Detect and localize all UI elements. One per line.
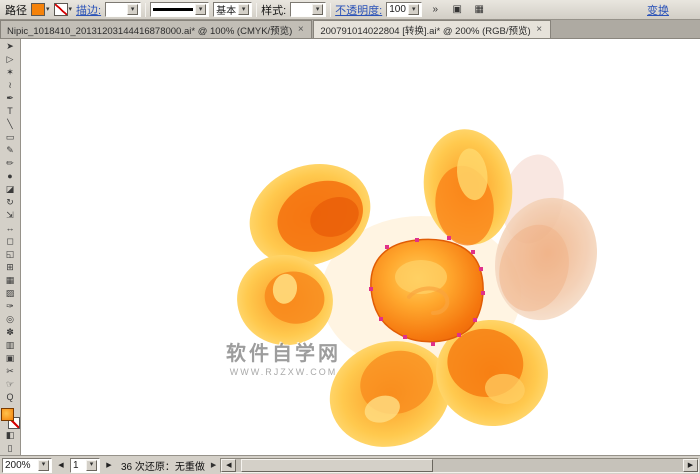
scrollbar-thumb[interactable] <box>241 459 433 472</box>
line-segment-tool[interactable]: ╲ <box>1 118 20 131</box>
chevron-down-icon: ▾ <box>127 4 138 15</box>
fill-proxy-icon[interactable] <box>1 408 14 421</box>
control-bar: 路径 ▾ ▾ 描边: ▾ ▾ 基本 ▾ 样式: ▾ 不透明度: <box>0 0 700 20</box>
chevron-down-icon: ▾ <box>195 4 206 15</box>
document-tab-1[interactable]: Nipic_1018410_20131203144416878000.ai* @… <box>0 20 312 38</box>
horizontal-scrollbar[interactable]: ◀ ▶ <box>220 458 699 473</box>
chevron-down-icon: ▾ <box>312 4 323 15</box>
mesh-tool[interactable]: ▦ <box>1 274 20 287</box>
style-dropdown[interactable]: ▾ <box>290 2 326 17</box>
scroll-left-button[interactable]: ◀ <box>221 459 236 472</box>
more-options-icon[interactable]: » <box>426 2 444 18</box>
width-tool[interactable]: ↔ <box>1 222 20 235</box>
chevron-down-icon: ▾ <box>38 460 49 471</box>
rotate-tool[interactable]: ↻ <box>1 196 20 209</box>
pen-tool[interactable]: ✒ <box>1 92 20 105</box>
align-grid-icon[interactable]: ▦ <box>470 2 488 18</box>
illustrator-window: 路径 ▾ ▾ 描边: ▾ ▾ 基本 ▾ 样式: ▾ 不透明度: <box>0 0 700 474</box>
chevron-down-icon: ▾ <box>86 460 97 471</box>
stroke-weight-dropdown[interactable]: ▾ <box>105 2 141 17</box>
stroke-color-swatch[interactable]: ▾ <box>54 3 73 16</box>
chevron-down-icon[interactable]: ▾ <box>69 6 73 14</box>
stroke-none-icon <box>54 3 68 16</box>
main-area: ➤▷✶≀✒T╲▭✎✏●◪↻⇲↔◻◱⊞▦▨✑◎✽▥▣✂☞Q ◧▯ <box>0 39 700 455</box>
paintbrush-tool[interactable]: ✎ <box>1 144 20 157</box>
fill-color-icon <box>31 3 45 16</box>
fill-color-swatch[interactable]: ▾ <box>31 3 50 16</box>
direct-selection-tool[interactable]: ▷ <box>1 53 20 66</box>
scale-tool[interactable]: ⇲ <box>1 209 20 222</box>
fill-stroke-proxy[interactable] <box>1 408 20 429</box>
brush-definition-value: 基本 <box>216 2 236 17</box>
opacity-input[interactable]: 100 ▾ <box>386 2 422 17</box>
document-tab-2[interactable]: 200791014022804 [转换].ai* @ 200% (RGB/预览)… <box>313 20 550 38</box>
opacity-value: 100 <box>389 4 406 15</box>
symbol-sprayer-tool[interactable]: ✽ <box>1 326 20 339</box>
type-tool[interactable]: T <box>1 105 20 118</box>
tab-label: Nipic_1018410_20131203144416878000.ai* @… <box>7 23 292 37</box>
selection-tool[interactable]: ➤ <box>1 40 20 53</box>
toolbar-bottom-tools: ◧▯ <box>1 429 20 455</box>
perspective-grid-tool[interactable]: ⊞ <box>1 261 20 274</box>
slice-tool[interactable]: ✂ <box>1 365 20 378</box>
pencil-tool[interactable]: ✏ <box>1 157 20 170</box>
chevron-down-icon[interactable]: ▾ <box>46 6 50 14</box>
status-bar: 200% ▾ ◀ 1 ▾ ▶ 36 次还原：无重做 ▶ ◀ ▶ <box>0 455 700 474</box>
chevron-down-icon: ▾ <box>408 4 419 15</box>
rectangle-tool[interactable]: ▭ <box>1 131 20 144</box>
next-artboard-button[interactable]: ▶ <box>103 459 115 472</box>
context-label: 路径 <box>5 2 27 18</box>
zoom-level-value: 200% <box>5 460 31 471</box>
blob-brush-tool[interactable]: ● <box>1 170 20 183</box>
divider <box>256 3 257 17</box>
artboard-tool[interactable]: ▣ <box>1 352 20 365</box>
color-mode-button[interactable]: ◧ <box>1 429 20 442</box>
brush-definition-dropdown[interactable]: 基本 ▾ <box>213 2 252 17</box>
hand-tool[interactable]: ☞ <box>1 378 20 391</box>
previous-artboard-button[interactable]: ◀ <box>55 459 67 472</box>
shape-builder-tool[interactable]: ◱ <box>1 248 20 261</box>
stroke-profile-dropdown[interactable]: ▾ <box>150 2 209 17</box>
toolbar-tools: ➤▷✶≀✒T╲▭✎✏●◪↻⇲↔◻◱⊞▦▨✑◎✽▥▣✂☞Q <box>1 40 20 404</box>
divider <box>145 3 146 17</box>
tab-label: 200791014022804 [转换].ai* @ 200% (RGB/预览) <box>320 23 530 37</box>
graphic-style-icon[interactable]: ▣ <box>448 2 466 18</box>
screen-mode-button[interactable]: ▯ <box>1 442 20 455</box>
status-text: 36 次还原：无重做 <box>118 458 208 473</box>
gradient-tool[interactable]: ▨ <box>1 287 20 300</box>
column-graph-tool[interactable]: ▥ <box>1 339 20 352</box>
artboard-navigation-dropdown[interactable]: 1 ▾ <box>70 458 100 473</box>
tools-panel: ➤▷✶≀✒T╲▭✎✏●◪↻⇲↔◻◱⊞▦▨✑◎✽▥▣✂☞Q ◧▯ <box>0 39 21 455</box>
opacity-link[interactable]: 不透明度: <box>335 2 382 18</box>
free-transform-tool[interactable]: ◻ <box>1 235 20 248</box>
close-icon[interactable]: × <box>535 24 544 35</box>
flower-artwork <box>21 39 700 455</box>
artboard-number: 1 <box>73 460 79 471</box>
zoom-level-dropdown[interactable]: 200% ▾ <box>2 458 52 473</box>
stroke-profile-sample <box>153 8 193 11</box>
close-icon[interactable]: × <box>296 24 305 35</box>
scrollbar-track[interactable] <box>236 459 683 472</box>
chevron-down-icon: ▾ <box>238 4 249 15</box>
lasso-tool[interactable]: ≀ <box>1 79 20 92</box>
eyedropper-tool[interactable]: ✑ <box>1 300 20 313</box>
document-tab-bar: Nipic_1018410_20131203144416878000.ai* @… <box>0 20 700 39</box>
divider <box>330 3 331 17</box>
canvas[interactable]: 软件自学网 WWW.RJZXW.COM <box>21 39 700 455</box>
scroll-right-button[interactable]: ▶ <box>683 459 698 472</box>
zoom-tool[interactable]: Q <box>1 391 20 404</box>
status-popup-icon[interactable]: ▶ <box>211 461 216 469</box>
eraser-tool[interactable]: ◪ <box>1 183 20 196</box>
stroke-link[interactable]: 描边: <box>76 2 101 18</box>
transform-link[interactable]: 变换 <box>647 2 669 18</box>
magic-wand-tool[interactable]: ✶ <box>1 66 20 79</box>
style-label: 样式: <box>261 2 286 18</box>
blend-tool[interactable]: ◎ <box>1 313 20 326</box>
